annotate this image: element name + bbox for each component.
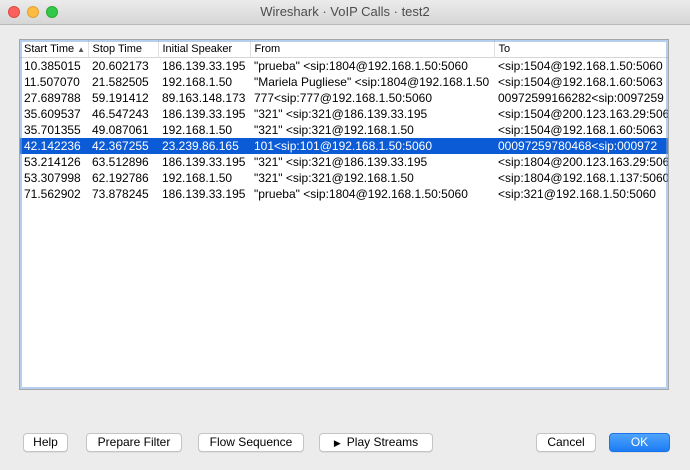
from-cell: "prueba" <sip:1804@192.168.1.50:5060 [254,59,468,73]
table-row[interactable]: 11.507070 21.582505 192.168.1.50 "Mariela P… [20,74,668,90]
to-cell: 00972599166282<sip:0097259 [498,91,664,105]
calls-table[interactable]: Start Time ▲ Stop Time Initial Speaker Fr… [20,40,669,203]
from-cell: "321" <sip:321@192.168.1.50 [254,123,414,137]
column-header-stop-time[interactable]: Stop Time [88,40,159,58]
initial-speaker-cell: 192.168.1.50 [162,75,233,89]
from-cell: "Mariela Pugliese" <sip:1804@192.168.1.5… [254,75,490,89]
to-cell: <sip:1504@192.168.1.50:5060 [498,59,663,73]
voip-calls-window: Wireshark · VoIP Calls · test2 Start Tim… [0,0,690,470]
from-cell: 101<sip:101@192.168.1.50:5060 [250,138,494,154]
start-time-cell: 11.507070 [24,75,80,89]
cancel-button[interactable]: Cancel [536,433,596,452]
stop-time-cell: 59.191412 [92,91,149,105]
calls-table-body: 10.385015 20.602173 186.139.33.195 "prueba"… [20,58,669,203]
stop-time-cell: 20.602173 [92,59,149,73]
flow-sequence-button[interactable]: Flow Sequence [198,433,304,452]
initial-speaker-cell: 89.163.148.173 [162,91,246,105]
calls-table-frame[interactable]: Start Time ▲ Stop Time Initial Speaker Fr… [19,39,669,390]
initial-speaker-cell: 192.168.1.50 [162,123,233,137]
column-header-to[interactable]: To [494,40,668,58]
stop-time-cell: 21.582505 [92,75,149,89]
play-icon: ▶ [333,438,341,448]
table-row[interactable]: 10.385015 20.602173 186.139.33.195 "prueba"… [20,58,668,75]
to-cell: <sip:1504@200.123.163.29:506 [498,107,669,121]
sort-ascending-icon: ▲ [77,44,86,54]
initial-speaker-cell: 186.139.33.195 [162,187,246,201]
stop-time-cell: 49.087061 [92,123,149,137]
prepare-filter-button[interactable]: Prepare Filter [86,433,182,452]
start-time-cell: 53.307998 [24,171,81,185]
initial-speaker-cell: 186.139.33.195 [162,107,246,121]
start-time-cell: 42.142236 [20,138,88,154]
table-row[interactable]: 35.609537 46.547243 186.139.33.195 "321" <s… [20,106,669,122]
stop-time-cell: 73.878245 [92,187,149,201]
start-time-cell: 35.609537 [24,107,81,121]
initial-speaker-cell: 23.239.86.165 [158,138,250,154]
column-header-initial-speaker[interactable]: Initial Speaker [158,40,251,58]
start-time-cell: 35.701355 [24,123,81,137]
stop-time-cell: 63.512896 [92,155,149,169]
window-title: Wireshark · VoIP Calls · test2 [260,4,430,19]
to-cell: 00097259780468<sip:000972 [494,138,668,154]
to-cell: <sip:1504@192.168.1.60:5063 [498,75,663,89]
table-row[interactable]: 35.701355 49.087061 192.168.1.50 "321" <sip… [20,122,668,138]
from-cell: 777<sip:777@192.168.1.50:5060 [254,91,433,105]
start-time-cell: 27.689788 [24,91,81,105]
table-row[interactable]: 53.307998 62.192786 192.168.1.50 "321" <sip… [20,170,669,186]
initial-speaker-cell: 186.139.33.195 [162,155,246,169]
column-header-start-time[interactable]: Start Time ▲ [20,40,89,58]
column-header-from[interactable]: From [250,40,495,58]
stop-time-cell: 62.192786 [92,171,149,185]
table-row[interactable]: 42.142236 42.367255 23.239.86.165 101<sip:1… [20,138,668,154]
title-bar[interactable]: Wireshark · VoIP Calls · test2 [0,0,690,25]
initial-speaker-cell: 192.168.1.50 [162,171,233,185]
to-cell: <sip:321@192.168.1.50:5060 [498,187,656,201]
to-cell: <sip:1804@200.123.163.29:506 [498,155,669,169]
from-cell: "321" <sip:321@186.139.33.195 [254,107,428,121]
from-cell: "prueba" <sip:1804@192.168.1.50:5060 [254,187,468,201]
start-time-cell: 71.562902 [24,187,81,201]
table-header-row: Start Time ▲ Stop Time Initial Speaker Fr… [20,40,668,58]
play-streams-button[interactable]: ▶ Play Streams [319,433,433,452]
table-row[interactable]: 53.214126 63.512896 186.139.33.195 "321" <s… [20,154,669,170]
stop-time-cell: 46.547243 [92,107,149,121]
to-cell: <sip:1804@192.168.1.137:5060 [498,171,669,185]
help-button[interactable]: Help [23,433,68,452]
start-time-cell: 53.214126 [24,155,81,169]
ok-button[interactable]: OK [609,433,670,452]
from-cell: "321" <sip:321@186.139.33.195 [254,155,428,169]
stop-time-cell: 42.367255 [88,138,158,154]
from-cell: "321" <sip:321@192.168.1.50 [254,171,414,185]
table-row[interactable]: 71.562902 73.878245 186.139.33.195 "prueba"… [20,186,668,202]
start-time-cell: 10.385015 [24,59,81,73]
table-row[interactable]: 27.689788 59.191412 89.163.148.173 777<sip:… [20,90,668,106]
to-cell: <sip:1504@192.168.1.60:5063 [498,123,663,137]
initial-speaker-cell: 186.139.33.195 [162,59,246,73]
